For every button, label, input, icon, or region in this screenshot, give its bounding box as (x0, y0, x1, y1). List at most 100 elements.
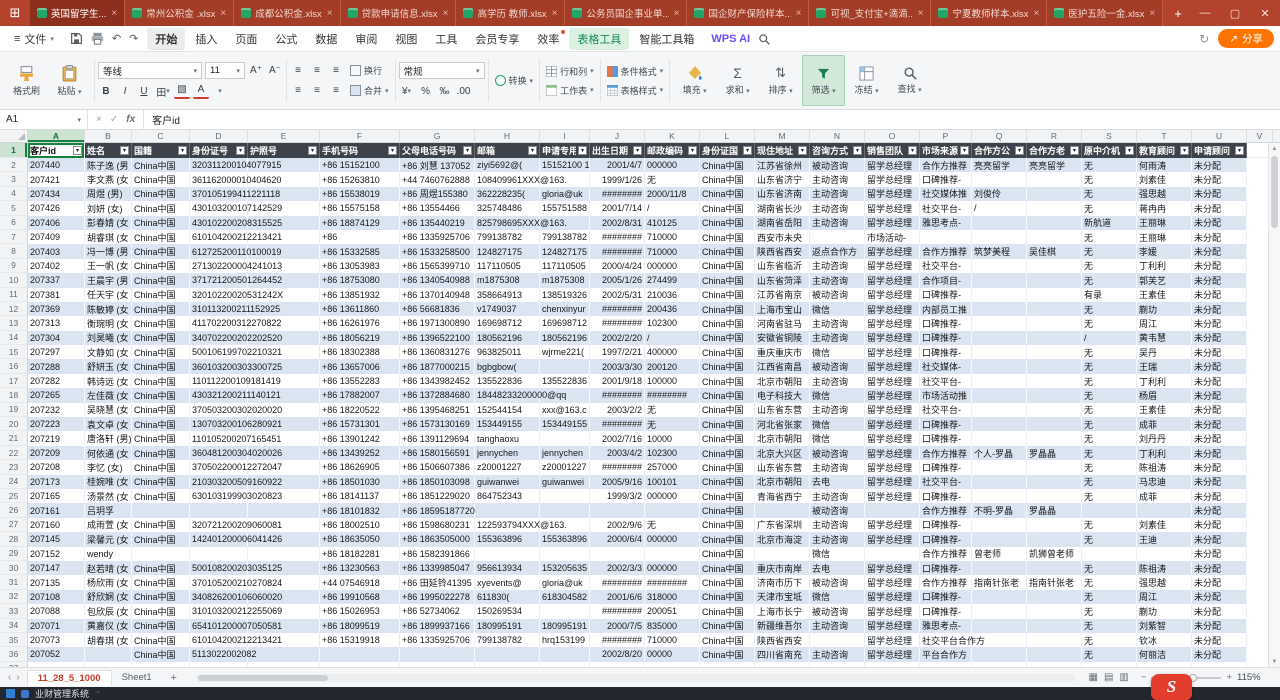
cell[interactable]: 四川省南充 (755, 647, 810, 661)
cell[interactable]: +86 13439252 (320, 446, 400, 460)
cell[interactable]: +86 17882007 (320, 388, 400, 402)
cell[interactable] (590, 662, 645, 667)
cell[interactable] (920, 230, 972, 244)
cell[interactable]: 430321200211140121 (190, 388, 248, 402)
cell[interactable]: +86 15263810 (320, 172, 400, 186)
close-tab-icon[interactable]: × (795, 8, 802, 19)
cell[interactable]: 留学总经理 (865, 590, 920, 604)
filter-dropdown-icon[interactable]: ▾ (633, 146, 642, 155)
cell[interactable]: 山东省济宁 (755, 172, 810, 186)
cell[interactable]: 合作项目- (920, 273, 972, 287)
row-header[interactable]: 29 (0, 547, 28, 561)
cell[interactable]: 207288 (28, 359, 85, 373)
cell[interactable]: +86 1580156591 (400, 446, 475, 460)
cell[interactable]: 未分配 (1192, 158, 1247, 172)
cell[interactable] (1027, 647, 1082, 661)
row-header[interactable]: 9 (0, 259, 28, 273)
cell[interactable]: 山东省临沂 (755, 259, 810, 273)
row-header[interactable]: 36 (0, 647, 28, 661)
document-tab[interactable]: 贷款申请信息.xlsx× (341, 0, 457, 26)
cell[interactable]: 陈子逸 (男 (85, 158, 132, 172)
cell[interactable]: +86 18099519 (320, 619, 400, 633)
cell[interactable]: 未分配 (1192, 647, 1247, 661)
cell[interactable] (475, 662, 540, 667)
cell[interactable]: 主动咨询 (810, 316, 865, 330)
table-header-cell[interactable]: 客户id▾ (28, 143, 85, 158)
align-top-icon[interactable]: ≡ (290, 63, 306, 79)
cell[interactable]: 2002/8/31 (590, 216, 645, 230)
cell[interactable]: 未分配 (1192, 619, 1247, 633)
row-header[interactable]: 30 (0, 561, 28, 575)
row-header[interactable]: 4 (0, 187, 28, 201)
cell[interactable]: 口碑推荐- (920, 460, 972, 474)
cell[interactable]: 陕西省西安 (755, 244, 810, 258)
cell[interactable]: 32010220020531242X (190, 288, 248, 302)
cell[interactable]: 留学总经理 (865, 619, 920, 633)
cell[interactable] (645, 547, 700, 561)
cell[interactable]: 411702200312270822 (190, 316, 248, 330)
cell[interactable]: ######## (645, 388, 700, 402)
cell[interactable] (540, 431, 590, 445)
cell[interactable]: 被动咨询 (810, 359, 865, 373)
cell[interactable]: +86 1360831276 (400, 345, 475, 359)
cell[interactable]: 主动咨询 (810, 273, 865, 287)
row-header[interactable]: 23 (0, 460, 28, 474)
normal-view-icon[interactable]: ▦ (1089, 672, 1098, 683)
insert-function-icon[interactable]: fx (126, 114, 135, 125)
cell[interactable]: 799138782 (475, 230, 540, 244)
document-tab[interactable]: 常州公积金 .xlsx× (125, 0, 234, 26)
prev-sheet-icon[interactable]: ‹ (8, 672, 11, 683)
cell[interactable] (972, 359, 1027, 373)
cell[interactable]: 210036 (645, 288, 700, 302)
next-sheet-icon[interactable]: › (16, 672, 19, 683)
cell[interactable]: 重庆重庆市 (755, 345, 810, 359)
cell[interactable]: 山东省菏泽 (755, 273, 810, 287)
cell[interactable] (540, 604, 590, 618)
cell[interactable]: 陈敏婷 (女 (85, 302, 132, 316)
cell[interactable]: 口碑推荐- (920, 561, 972, 575)
cell[interactable]: 310103200212255069 (190, 604, 248, 618)
cell[interactable]: 2001/6/6 (590, 590, 645, 604)
row-header[interactable]: 12 (0, 302, 28, 316)
cell[interactable] (1027, 259, 1082, 273)
cell[interactable]: ######## (590, 604, 645, 618)
document-tab[interactable]: 英国留学生...× (30, 0, 125, 26)
cell[interactable]: 2002/8/20 (590, 647, 645, 661)
cell[interactable]: China中国 (700, 187, 755, 201)
cell[interactable]: 未分配 (1192, 302, 1247, 316)
cell[interactable]: 舒妍玉 (女 (85, 359, 132, 373)
cell[interactable]: 口碑推荐- (920, 345, 972, 359)
font-name-select[interactable]: 等线▾ (98, 62, 202, 79)
number-format-select[interactable]: 常规▾ (399, 62, 485, 79)
cell[interactable]: 370503200302020020 (190, 403, 248, 417)
cell[interactable]: 周江 (1137, 316, 1192, 330)
table-header-cell[interactable]: 销售团队▾ (865, 143, 920, 158)
cell[interactable]: +86 1370140948 (400, 288, 475, 302)
cell[interactable]: 无 (645, 518, 700, 532)
cell[interactable]: China中国 (132, 244, 190, 258)
cell[interactable]: China中国 (132, 201, 190, 215)
cell[interactable]: +44 7460762888 (400, 172, 475, 186)
cell[interactable]: 未分配 (1192, 532, 1247, 546)
cell[interactable] (400, 647, 475, 661)
cell[interactable]: China中国 (700, 633, 755, 647)
cell[interactable]: 吕玥孚 (85, 503, 132, 517)
cell[interactable]: 无 (1082, 575, 1137, 589)
cell[interactable]: 微信 (810, 388, 865, 402)
cell[interactable]: China中国 (700, 489, 755, 503)
cell[interactable]: 102300 (645, 446, 700, 460)
cell[interactable] (1027, 431, 1082, 445)
cell[interactable]: m1875308 (540, 273, 590, 287)
cell[interactable]: 留学总经理 (865, 403, 920, 417)
cell[interactable]: 成菲 (1137, 489, 1192, 503)
table-header-cell[interactable]: 合作方老▾ (1027, 143, 1082, 158)
cell[interactable]: 1997/2/21 (590, 345, 645, 359)
cell[interactable] (1027, 604, 1082, 618)
cell[interactable]: 2005/1/26 (590, 273, 645, 287)
cell[interactable]: 北京市朝阳 (755, 374, 810, 388)
table-header-cell[interactable]: 国籍▾ (132, 143, 190, 158)
cell[interactable]: 留学总经理 (865, 288, 920, 302)
cell[interactable] (590, 503, 645, 517)
cell[interactable]: 207421 (28, 172, 85, 186)
cell[interactable]: +86 13657006 (320, 359, 400, 373)
